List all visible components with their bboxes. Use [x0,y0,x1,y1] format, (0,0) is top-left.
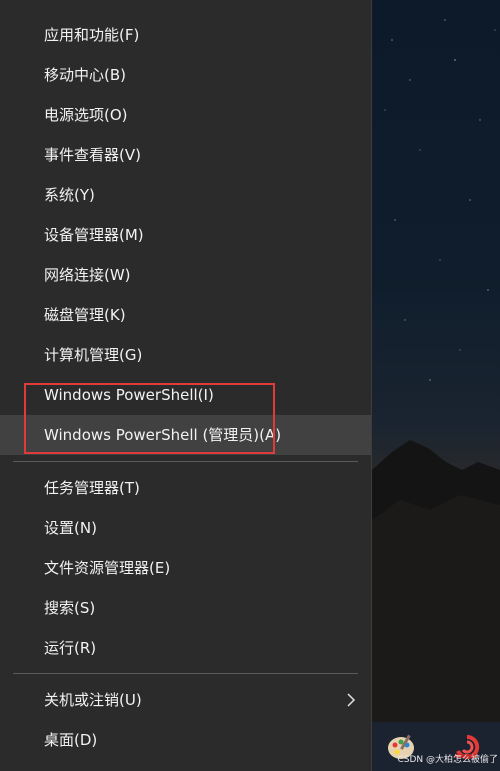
menu-separator [13,461,358,462]
menu-item-label: 关机或注销(U) [44,691,142,709]
menu-item-disk-management[interactable]: 磁盘管理(K) [0,295,371,335]
menu-item-shutdown-signout[interactable]: 关机或注销(U) [0,680,371,720]
menu-item-search[interactable]: 搜索(S) [0,588,371,628]
taskbar: CSDN @大柏怎么被偷了 [372,722,500,771]
menu-item-desktop[interactable]: 桌面(D) [0,720,371,760]
winx-context-menu: 应用和功能(F) 移动中心(B) 电源选项(O) 事件查看器(V) 系统(Y) … [0,0,372,771]
menu-item-network-connections[interactable]: 网络连接(W) [0,255,371,295]
menu-item-system[interactable]: 系统(Y) [0,175,371,215]
chevron-right-icon [347,693,356,707]
menu-item-apps-features[interactable]: 应用和功能(F) [0,15,371,55]
watermark-text: CSDN @大柏怎么被偷了 [397,755,498,765]
menu-separator [13,673,358,674]
highlight-box [24,383,275,454]
menu-item-device-manager[interactable]: 设备管理器(M) [0,215,371,255]
menu-item-computer-management[interactable]: 计算机管理(G) [0,335,371,375]
menu-item-event-viewer[interactable]: 事件查看器(V) [0,135,371,175]
menu-item-power-options[interactable]: 电源选项(O) [0,95,371,135]
menu-item-run[interactable]: 运行(R) [0,628,371,668]
menu-item-mobility-center[interactable]: 移动中心(B) [0,55,371,95]
menu-item-settings[interactable]: 设置(N) [0,508,371,548]
menu-item-task-manager[interactable]: 任务管理器(T) [0,468,371,508]
menu-item-file-explorer[interactable]: 文件资源管理器(E) [0,548,371,588]
